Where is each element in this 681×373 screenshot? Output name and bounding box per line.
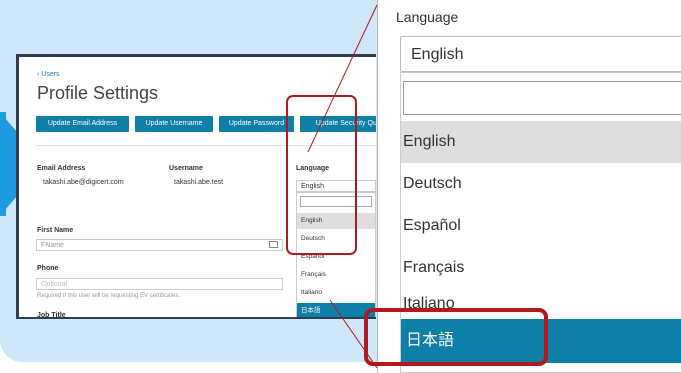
zoom-search-input[interactable] (403, 81, 681, 115)
username-value: takashi.abe.test (174, 179, 224, 186)
highlight-ring-japanese (364, 308, 548, 366)
phone-label: Phone (37, 265, 59, 272)
first-name-label: First Name (37, 227, 74, 234)
update-username-button[interactable]: Update Username (135, 116, 213, 132)
language-option-francais[interactable]: Français (297, 267, 375, 283)
phone-input[interactable]: Optional (36, 278, 283, 290)
first-name-placeholder: FName (41, 242, 64, 249)
update-email-button[interactable]: Update Email Address (36, 116, 129, 132)
zoom-option-deutsch[interactable]: Deutsch (401, 163, 681, 205)
page-title: Profile Settings (37, 83, 159, 103)
zoom-option-english[interactable]: English (401, 121, 681, 163)
first-name-input[interactable]: FName (36, 239, 283, 251)
language-option-italiano[interactable]: Italiano (297, 285, 375, 301)
zoom-language-select[interactable]: English (400, 36, 681, 72)
highlight-ring-dropdown (286, 95, 357, 255)
username-label: Username (169, 165, 203, 172)
zoom-language-label: Language (396, 9, 459, 25)
zoom-option-espanol[interactable]: Español (401, 205, 681, 247)
id-card-icon (269, 241, 278, 248)
job-title-label: Job Title (37, 312, 66, 319)
update-password-button[interactable]: Update Password (219, 116, 294, 132)
email-value: takashi.abe@digicert.com (43, 179, 124, 186)
back-to-users-link[interactable]: ‹ Users (37, 71, 60, 78)
email-label: Email Address (37, 165, 86, 172)
phone-hint: Required if this user will be requesting… (37, 293, 181, 299)
